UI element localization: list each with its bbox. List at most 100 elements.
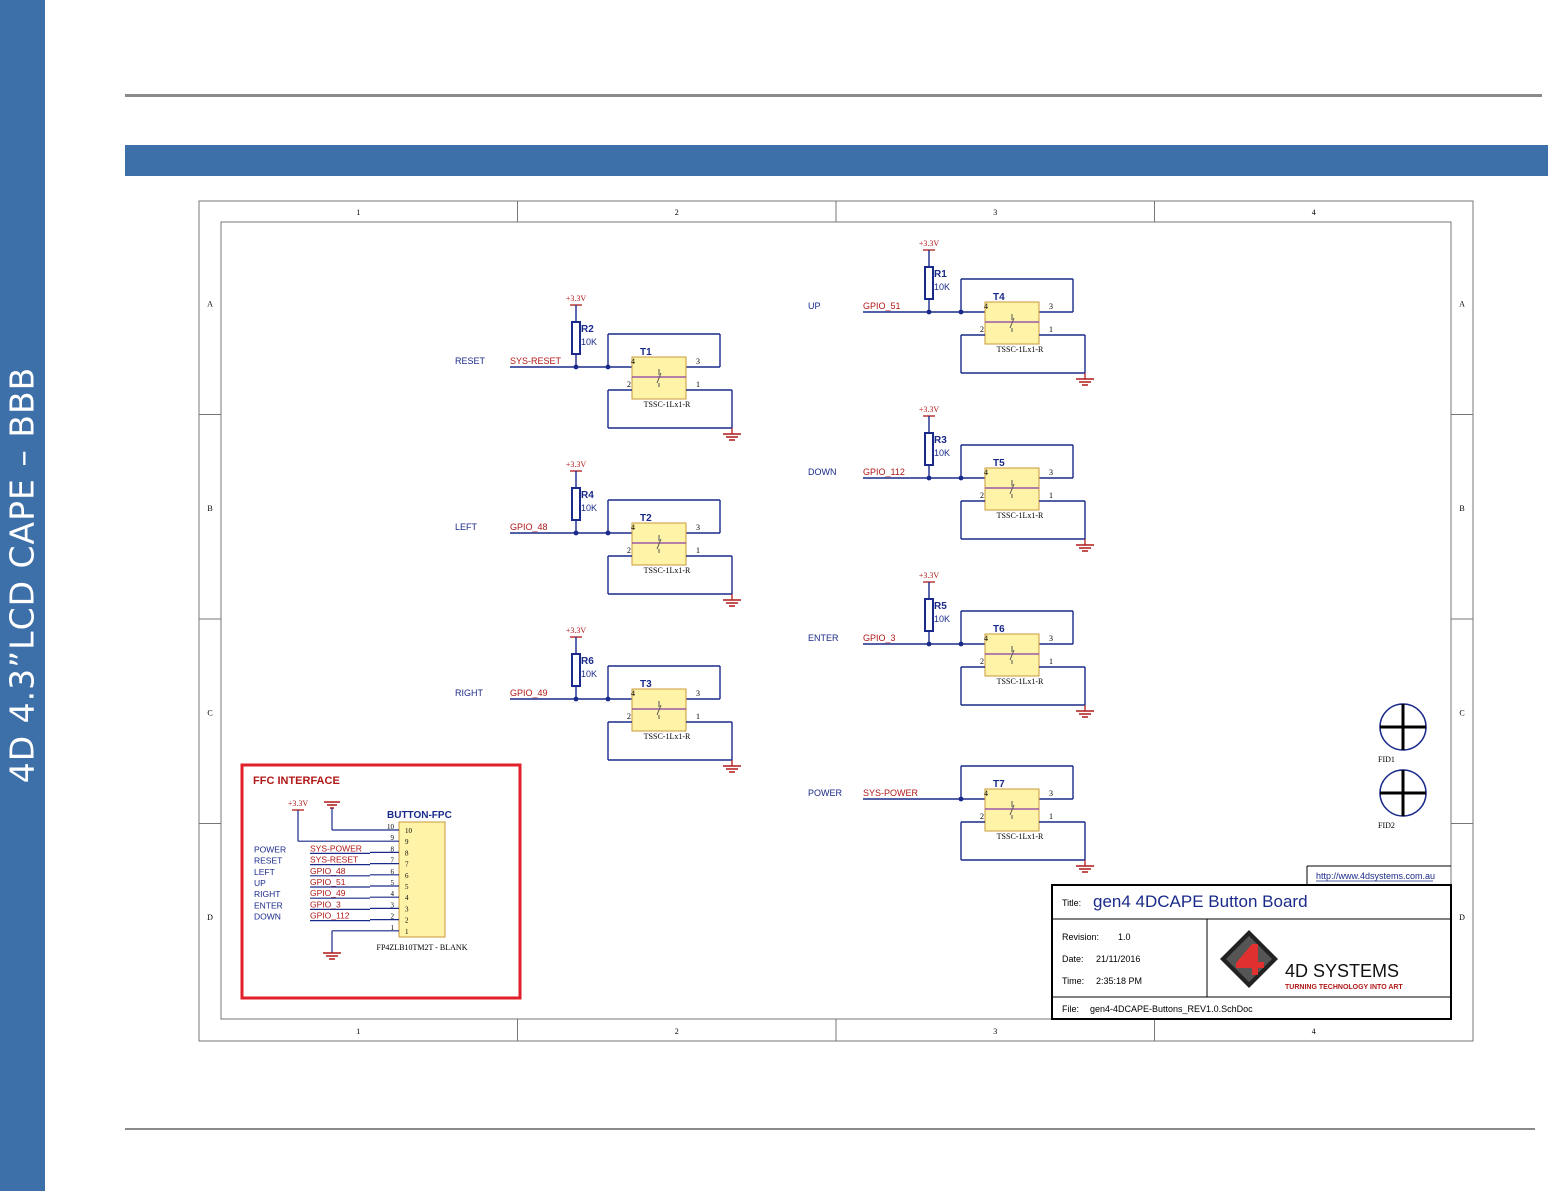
net-name: SYS-RESET: [510, 356, 562, 366]
ffc-net-name: GPIO_3: [310, 899, 341, 909]
ffc-interface: FFC INTERFACE BUTTON-FPC FP4ZLB10TM2T - BL…: [240, 763, 522, 1000]
button-circuit-reset: RESET SYS-RESET +3.3V R2 10K T1 4 3 2 1 TSSC-1Lx1-…: [455, 294, 741, 441]
switch-pin: 1: [696, 546, 700, 555]
date-value: 21/11/2016: [1096, 954, 1140, 964]
switch-part: TSSC-1Lx1-R: [997, 677, 1044, 686]
resistor-value: 10K: [934, 448, 950, 458]
switch-pin: 3: [1049, 634, 1053, 643]
frame-col-label: 4: [1312, 208, 1316, 217]
switch-ref: T7: [993, 779, 1005, 790]
frame-row-label: C: [1459, 708, 1464, 717]
connector-pin-number: 6: [405, 872, 409, 880]
connector-pin-number: 10: [405, 827, 413, 835]
connector-pin-number: 7: [405, 861, 409, 869]
switch-ref: T6: [993, 624, 1005, 635]
connector-pin-number: 1: [405, 928, 409, 936]
net-name: GPIO_112: [863, 467, 905, 477]
ffc-signal-label: UP: [254, 878, 266, 888]
switch-pin: 3: [1049, 789, 1053, 798]
resistor-value: 10K: [581, 503, 597, 513]
frame-col-label: 2: [675, 208, 679, 217]
button-circuit-power: POWER SYS-POWER T7 4 3 2 1 TSSC-1Lx1-R: [808, 765, 1094, 873]
switch-pin: 1: [1049, 325, 1053, 334]
switch-pin: 4: [631, 523, 635, 532]
ffc-net-name: GPIO_51: [310, 877, 346, 887]
connector-ref: BUTTON-FPC: [387, 810, 452, 821]
frame-row-label: D: [207, 913, 213, 922]
company-name: 4D SYSTEMS: [1285, 961, 1399, 981]
resistor-value: 10K: [581, 337, 597, 347]
switch-ref: T2: [640, 513, 652, 524]
switch-pin: 4: [984, 789, 988, 798]
frame-row-label: D: [1459, 913, 1465, 922]
switch-pin: 3: [696, 357, 700, 366]
resistor-body: [571, 653, 581, 687]
revision-label: Revision:: [1062, 932, 1099, 942]
frame-row-label: B: [207, 504, 212, 513]
ffc-signal-label: POWER: [254, 844, 286, 854]
frame-row-label: B: [1459, 504, 1464, 513]
fiducials: FID1 FID2: [1378, 703, 1427, 830]
net-label: UP: [808, 301, 821, 311]
resistor-body: [571, 487, 581, 521]
junction: [573, 530, 579, 536]
ffc-net-name: SYS-POWER: [310, 843, 362, 853]
supply-label: +3.3V: [566, 626, 587, 635]
switch-part: TSSC-1Lx1-R: [997, 511, 1044, 520]
drawing-title: gen4 4DCAPE Button Board: [1093, 892, 1308, 911]
ffc-net-name: SYS-RESET: [310, 855, 358, 865]
net-name: GPIO_3: [863, 633, 896, 643]
switch-ref: T1: [640, 347, 652, 358]
net-name: GPIO_51: [863, 301, 901, 311]
frame-col-label: 3: [993, 208, 997, 217]
button-circuit-left: LEFT GPIO_48 +3.3V R4 10K T2 4 3 2 1 TSSC-1Lx1-R: [455, 460, 741, 607]
switch-pin: 2: [627, 712, 631, 721]
ffc-signal-label: DOWN: [254, 912, 281, 922]
switch-part: TSSC-1Lx1-R: [644, 732, 691, 741]
connector-part: FP4ZLB10TM2T - BLANK: [377, 943, 468, 952]
resistor-value: 10K: [934, 282, 950, 292]
switch-pin: 1: [1049, 491, 1053, 500]
switch-part: TSSC-1Lx1-R: [997, 832, 1044, 841]
schematic-drawing: 1 1 2 2 3 3 4 4 A A B B C C D D RESET SYS-RESET +3.3V R2 10…: [198, 200, 1474, 1042]
switch-pin: 3: [1049, 302, 1053, 311]
switch-pin: 2: [980, 657, 984, 666]
switch-pin: 3: [696, 689, 700, 698]
button-circuit-up: UP GPIO_51 +3.3V R1 10K T4 4 3 2 1 TSSC-1Lx1-R: [808, 239, 1094, 386]
supply-label: +3.3V: [288, 799, 309, 808]
date-label: Date:: [1062, 954, 1084, 964]
time-value: 2:35:18 PM: [1096, 976, 1142, 986]
resistor-body: [924, 598, 934, 632]
file-label: File:: [1062, 1004, 1079, 1014]
switch-pin: 4: [984, 468, 988, 477]
supply-label: +3.3V: [919, 239, 940, 248]
junction: [573, 696, 579, 702]
net-label: DOWN: [808, 467, 837, 477]
junction: [573, 364, 579, 370]
resistor-body: [924, 432, 934, 466]
title-block: http://www.4dsystems.com.au Title: gen4 4D…: [1051, 865, 1452, 1020]
junction: [926, 309, 932, 315]
switch-ref: T3: [640, 679, 652, 690]
frame-row-label: A: [1459, 299, 1465, 308]
resistor-body: [924, 266, 934, 300]
net-label: LEFT: [455, 522, 478, 532]
resistor-ref: R4: [581, 490, 594, 501]
connector-pin-number: 3: [405, 905, 409, 913]
net-label: ENTER: [808, 633, 839, 643]
ffc-signal-label: RIGHT: [254, 889, 280, 899]
net-label: RIGHT: [455, 688, 484, 698]
fiducial-label: FID2: [1378, 821, 1395, 830]
connector-pin-number: 5: [405, 883, 409, 891]
net-label: POWER: [808, 788, 843, 798]
frame-col-label: 4: [1312, 1027, 1316, 1036]
button-circuit-enter: ENTER GPIO_3 +3.3V R5 10K T6 4 3 2 1 TSSC-1Lx1-R: [808, 571, 1094, 718]
frame-col-label: 1: [356, 208, 360, 217]
button-circuit-down: DOWN GPIO_112 +3.3V R3 10K T5 4 3 2 1 TSSC-1Lx1-R: [808, 405, 1094, 552]
ffc-title: FFC INTERFACE: [253, 775, 340, 787]
fiducial-label: FID1: [1378, 755, 1395, 764]
net-name: GPIO_48: [510, 522, 548, 532]
ffc-net-name: GPIO_49: [310, 888, 346, 898]
switch-pin: 1: [696, 712, 700, 721]
ffc-signal-label: ENTER: [254, 900, 283, 910]
